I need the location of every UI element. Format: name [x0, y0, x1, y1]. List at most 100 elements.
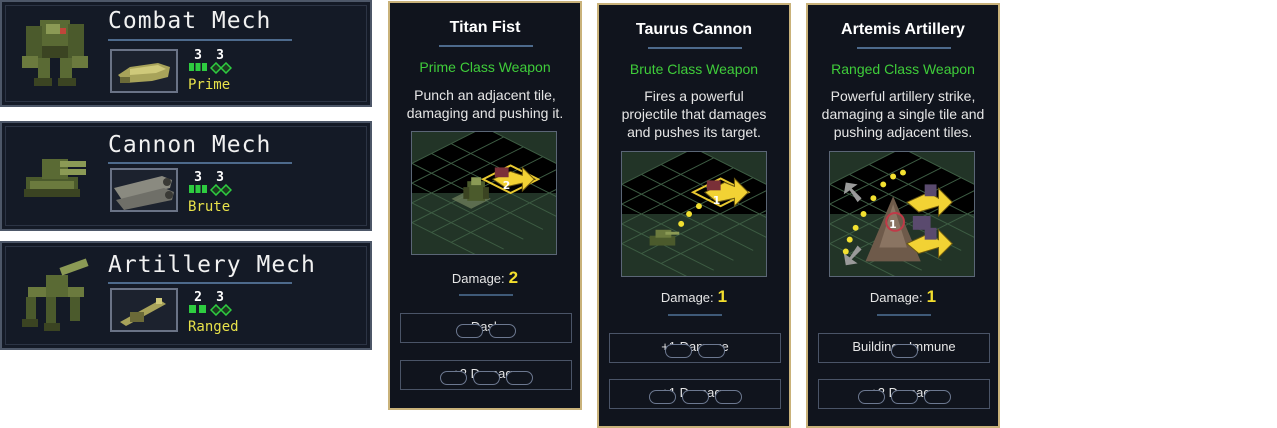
combat-mech-portrait-icon	[22, 20, 88, 86]
mech-weapon-class: Ranged	[188, 319, 239, 335]
cost-pip	[648, 390, 676, 404]
move-bars-icon	[189, 185, 207, 193]
desc-line: Powerful artillery strike,	[830, 88, 976, 104]
artemis-artillery-weapon-icon	[120, 298, 166, 326]
desc-line: Punch an adjacent tile,	[414, 87, 556, 103]
title-underline	[648, 47, 742, 49]
damage-label: Damage:	[869, 290, 923, 305]
damage-value: 1	[717, 287, 728, 306]
cost-pip	[472, 371, 500, 385]
cost-pip	[923, 390, 951, 404]
desc-line: pushing adjacent tiles.	[833, 124, 973, 140]
weapon-title: Titan Fist	[449, 19, 521, 36]
move-bars-icon	[189, 305, 206, 313]
desc-line: damaging a single tile and	[821, 106, 985, 122]
cost-pip	[857, 390, 885, 404]
upgrade-cost-pips	[610, 344, 780, 371]
titan-fist-preview: 2	[411, 131, 557, 255]
weapon-description: Fires a powerful projectile that damages…	[607, 87, 781, 141]
move-bars-icon	[189, 63, 207, 71]
cannon-mech-portrait-icon	[24, 159, 86, 197]
upgrade-cost-pips	[819, 344, 989, 371]
cost-pip	[714, 390, 742, 404]
mech-name: Cannon Mech	[108, 132, 272, 158]
desc-line: and pushes its target.	[627, 124, 761, 140]
damage-label: Damage:	[451, 271, 505, 286]
mech-panel-artillery[interactable]: Artillery Mech 2 3 Ranged	[0, 241, 372, 350]
health-value: 3	[216, 170, 224, 185]
cost-pip	[439, 371, 467, 385]
damage-underline	[877, 314, 931, 316]
cost-pip	[890, 390, 918, 404]
weapon-card-taurus-cannon[interactable]: Taurus Cannon Brute Class Weapon Fires a…	[597, 3, 791, 428]
weapon-slot[interactable]	[110, 288, 178, 332]
mech-panel-cannon[interactable]: Cannon Mech 3 3 Brute	[0, 121, 372, 231]
mech-weapon-class: Brute	[188, 199, 231, 215]
damage-row: Damage: 1	[808, 287, 998, 307]
damage-label: Damage:	[660, 290, 714, 305]
health-diamond-icon	[210, 304, 232, 316]
cost-pip	[890, 344, 918, 358]
cost-pip	[681, 390, 709, 404]
health-diamond-icon	[210, 184, 232, 196]
upgrade-buildings-immune[interactable]: Buildings Immune	[818, 333, 990, 363]
health-value: 3	[216, 48, 224, 63]
upgrade-cost-pips	[401, 324, 571, 351]
name-underline	[108, 39, 292, 41]
preview-damage: 2	[503, 179, 511, 192]
move-value: 3	[194, 170, 202, 185]
mech-name: Artillery Mech	[108, 252, 316, 278]
upgrade-dash[interactable]: Dash	[400, 313, 572, 343]
cost-pip	[489, 324, 516, 338]
cost-pip	[665, 344, 692, 358]
weapon-class-label: Brute Class Weapon	[629, 61, 759, 77]
damage-row: Damage: 2	[390, 268, 580, 288]
mech-weapon-class: Prime	[188, 77, 231, 93]
desc-line: projectile that damages	[621, 106, 767, 122]
upgrade-cost-pips	[610, 390, 780, 417]
damage-underline	[459, 294, 513, 296]
mech-name: Combat Mech	[108, 8, 272, 34]
mech-panel-combat[interactable]: Combat Mech 3 3 Prime	[0, 0, 372, 107]
weapon-slot[interactable]	[110, 49, 178, 93]
taurus-cannon-weapon-icon	[114, 176, 174, 210]
damage-row: Damage: 1	[599, 287, 789, 307]
desc-line: damaging and pushing it.	[406, 105, 564, 121]
name-underline	[108, 282, 292, 284]
upgrade-cost-pips	[819, 390, 989, 417]
health-value: 3	[216, 290, 224, 305]
damage-underline	[668, 314, 722, 316]
name-underline	[108, 162, 292, 164]
weapon-title: Artemis Artillery	[841, 21, 965, 38]
preview-damage: 1	[713, 194, 721, 207]
cost-pip	[505, 371, 533, 385]
damage-value: 2	[508, 268, 519, 287]
upgrade-damage[interactable]: +2 Damage	[400, 360, 572, 390]
weapon-card-titan-fist[interactable]: Titan Fist Prime Class Weapon Punch an a…	[388, 1, 582, 410]
weapon-card-artemis-artillery[interactable]: Artemis Artillery Ranged Class Weapon Po…	[806, 3, 1000, 428]
upgrade-damage-2[interactable]: +1 Damage	[609, 379, 781, 409]
damage-value: 1	[926, 287, 937, 306]
taurus-cannon-preview: 1	[621, 151, 767, 277]
cost-pip	[456, 324, 483, 338]
titan-fist-weapon-icon	[118, 63, 170, 83]
health-diamond-icon	[210, 62, 232, 74]
weapon-title: Taurus Cannon	[635, 21, 753, 38]
cost-pip	[698, 344, 725, 358]
preview-damage: 1	[889, 218, 897, 231]
weapon-description: Powerful artillery strike, damaging a si…	[816, 87, 990, 141]
move-value: 2	[194, 290, 202, 305]
artillery-mech-portrait-icon	[22, 258, 89, 331]
weapon-class-label: Ranged Class Weapon	[831, 61, 975, 77]
title-underline	[439, 45, 533, 47]
weapon-description: Punch an adjacent tile, damaging and pus…	[398, 86, 572, 122]
weapon-class-label: Prime Class Weapon	[419, 59, 551, 75]
upgrade-cost-pips	[401, 371, 571, 398]
upgrade-damage[interactable]: +2 Damage	[818, 379, 990, 409]
title-underline	[857, 47, 951, 49]
upgrade-damage-1[interactable]: +1 Damage	[609, 333, 781, 363]
weapon-slot[interactable]	[110, 168, 178, 212]
move-value: 3	[194, 48, 202, 63]
artemis-artillery-preview: 1	[829, 151, 975, 277]
desc-line: Fires a powerful	[644, 88, 744, 104]
